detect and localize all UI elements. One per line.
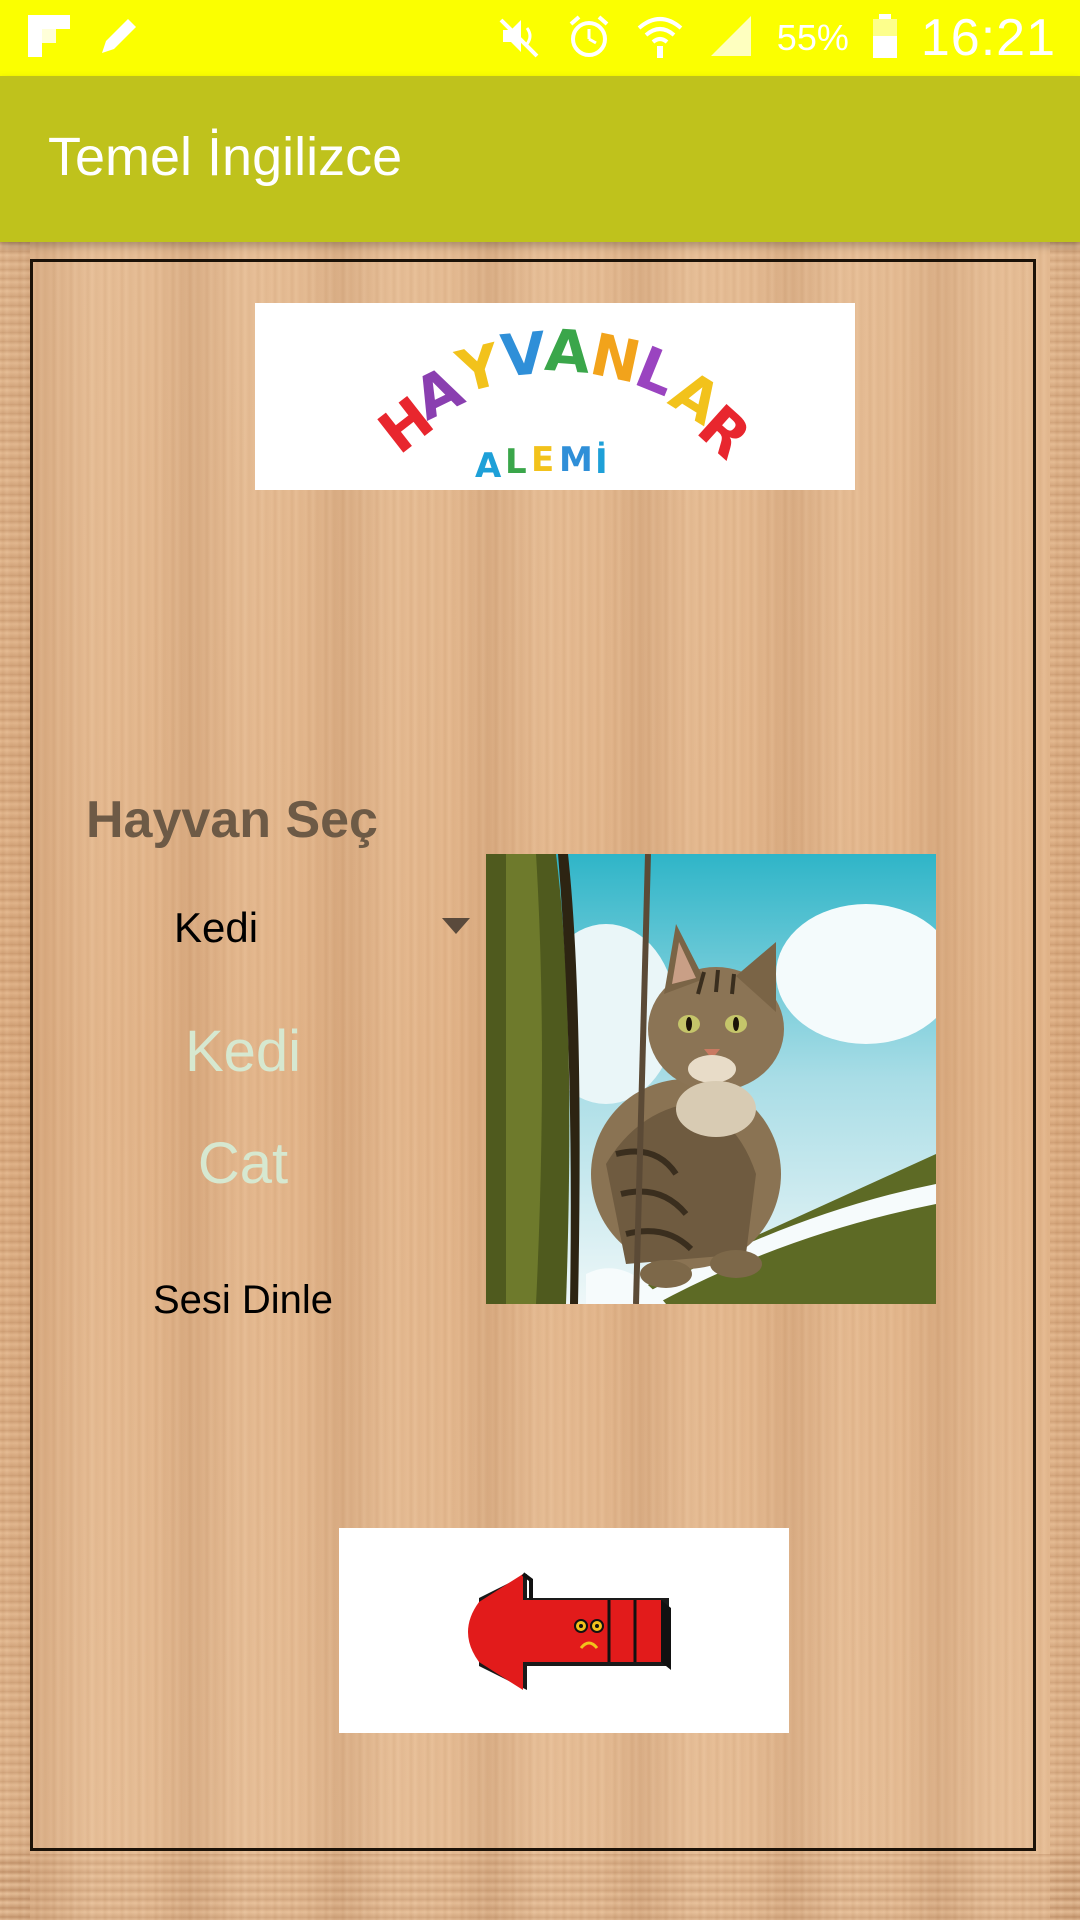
listen-sound-button[interactable]: Sesi Dinle — [0, 1278, 486, 1323]
pencil-icon — [96, 13, 142, 64]
hayvanlar-alemi-logo: H A Y V A N L A R A L E M İ — [366, 316, 764, 486]
battery-percent: 55% — [776, 17, 849, 58]
status-right-icons: 55% 16:21 — [495, 0, 1056, 76]
svg-text:M: M — [559, 440, 593, 480]
select-animal-label: Hayvan Seç — [86, 791, 378, 849]
animal-dropdown[interactable]: Kedi — [160, 890, 478, 970]
animal-dropdown-value: Kedi — [174, 904, 259, 951]
back-arrow-icon — [468, 1572, 671, 1690]
wood-edge-right — [1050, 242, 1080, 1920]
wood-edge-bottom — [0, 1854, 1080, 1920]
cat-image — [486, 854, 936, 1304]
turkish-word: Kedi — [184, 1019, 302, 1084]
battery-icon — [871, 12, 899, 65]
svg-text:A: A — [543, 316, 593, 387]
wifi-icon — [635, 12, 685, 65]
back-button[interactable] — [339, 1528, 789, 1733]
dropdown-arrow-icon — [442, 918, 470, 934]
svg-text:A: A — [475, 446, 502, 486]
status-time: 16:21 — [920, 9, 1056, 67]
signal-icon — [707, 12, 755, 65]
svg-text:V: V — [498, 319, 549, 391]
animal-photo — [486, 854, 936, 1304]
mute-icon — [495, 12, 543, 65]
svg-text:E: E — [531, 440, 554, 480]
app-title: Temel İngilizce — [48, 127, 403, 187]
status-bar: 55% 16:21 — [0, 0, 1080, 76]
header-logo: H A Y V A N L A R A L E M İ — [255, 303, 855, 490]
svg-text:İ: İ — [595, 441, 608, 482]
english-word: Cat — [197, 1131, 289, 1196]
status-left-icons — [26, 12, 142, 64]
svg-text:L: L — [505, 442, 527, 482]
alarm-icon — [565, 12, 613, 65]
app-bar: Temel İngilizce — [0, 76, 1080, 242]
flipboard-icon — [26, 13, 72, 64]
